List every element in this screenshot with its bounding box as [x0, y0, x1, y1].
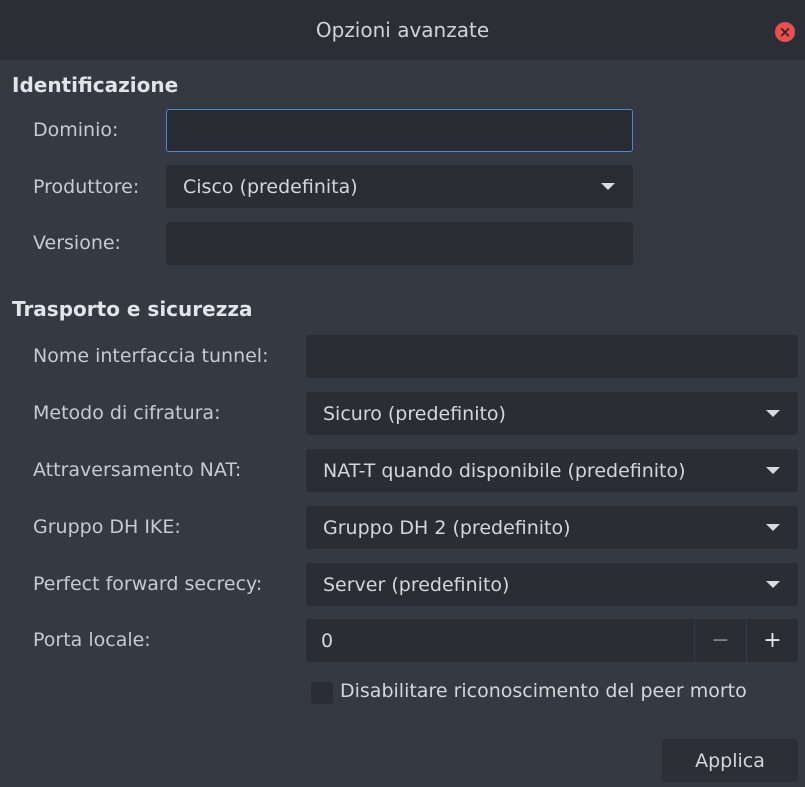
dominio-field[interactable]: [166, 109, 633, 152]
chevron-down-icon: [766, 581, 780, 588]
pfs-dropdown[interactable]: Server (predefinito): [306, 563, 798, 606]
versione-field[interactable]: [166, 222, 633, 265]
dh-value: Gruppo DH 2 (predefinito): [323, 516, 571, 539]
dominio-label: Dominio:: [33, 119, 119, 141]
section-trasporto-title: Trasporto e sicurezza: [12, 297, 253, 321]
section-identificazione-title: Identificazione: [12, 73, 179, 97]
chevron-down-icon: [601, 183, 615, 190]
pfs-value: Server (predefinito): [323, 573, 510, 596]
plus-icon: +: [763, 628, 782, 653]
porta-input[interactable]: 0: [306, 619, 694, 662]
decrement-button[interactable]: −: [695, 619, 746, 662]
porta-label: Porta locale:: [33, 629, 151, 651]
dpd-label[interactable]: Disabilitare riconoscimento del peer mor…: [340, 680, 747, 702]
porta-value: 0: [321, 629, 334, 652]
window-title: Opzioni avanzate: [315, 18, 490, 42]
chevron-down-icon: [766, 467, 780, 474]
close-icon: ×: [778, 22, 792, 41]
metodo-cifratura-dropdown[interactable]: Sicuro (predefinito): [306, 392, 798, 435]
title-bar: Opzioni avanzate ×: [0, 0, 805, 60]
nome-interfaccia-label: Nome interfaccia tunnel:: [33, 345, 269, 367]
produttore-value: Cisco (predefinita): [183, 175, 358, 198]
versione-label: Versione:: [33, 232, 121, 254]
minus-icon: −: [711, 628, 730, 653]
produttore-dropdown[interactable]: Cisco (predefinita): [166, 165, 633, 208]
nat-dropdown[interactable]: NAT-T quando disponibile (predefinito): [306, 449, 798, 492]
dh-dropdown[interactable]: Gruppo DH 2 (predefinito): [306, 506, 798, 549]
dpd-checkbox[interactable]: [311, 682, 333, 704]
increment-button[interactable]: +: [747, 619, 798, 662]
pfs-label: Perfect forward secrecy:: [33, 573, 263, 595]
chevron-down-icon: [766, 410, 780, 417]
chevron-down-icon: [766, 524, 780, 531]
apply-label: Applica: [695, 749, 765, 772]
close-button[interactable]: ×: [775, 22, 795, 42]
nat-label: Attraversamento NAT:: [33, 459, 242, 481]
metodo-cifratura-value: Sicuro (predefinito): [323, 402, 506, 425]
nome-interfaccia-field[interactable]: [306, 335, 798, 378]
dh-label: Gruppo DH IKE:: [33, 516, 181, 538]
apply-button[interactable]: Applica: [662, 739, 798, 782]
metodo-cifratura-label: Metodo di cifratura:: [33, 402, 221, 424]
produttore-label: Produttore:: [33, 176, 140, 198]
nat-value: NAT-T quando disponibile (predefinito): [323, 459, 686, 482]
